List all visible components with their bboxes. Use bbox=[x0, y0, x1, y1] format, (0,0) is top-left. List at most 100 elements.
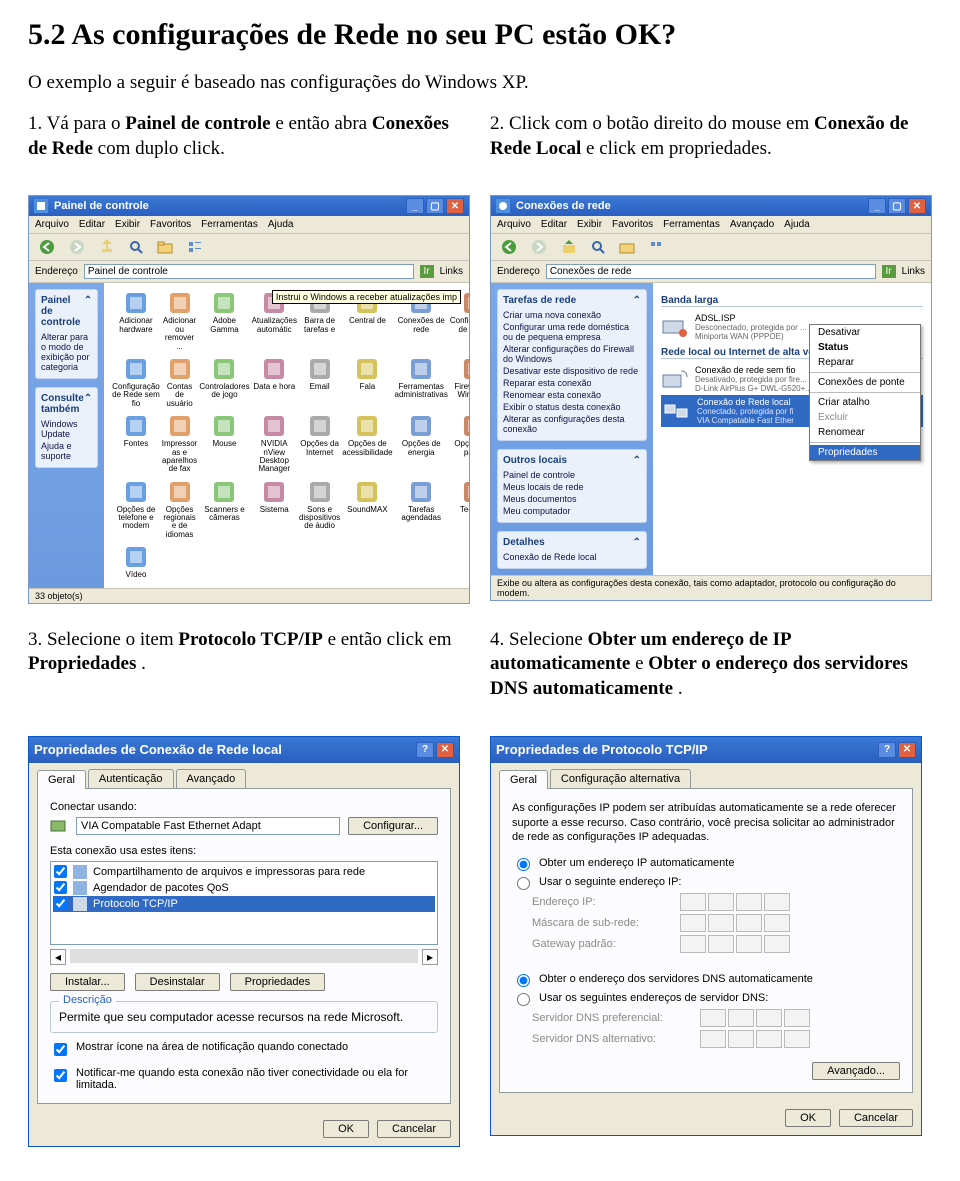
cp-applet[interactable]: Opções de pasta bbox=[450, 414, 470, 474]
views-button[interactable] bbox=[183, 238, 207, 256]
other-link[interactable]: Meus locais de rede bbox=[503, 481, 641, 493]
minimize-icon[interactable]: _ bbox=[868, 198, 886, 214]
panel-link[interactable]: Windows Update bbox=[41, 418, 92, 440]
titlebar[interactable]: Conexões de rede _ ▢ ✕ bbox=[491, 196, 931, 216]
tabs[interactable]: Geral Configuração alternativa bbox=[491, 763, 921, 788]
maximize-icon[interactable]: ▢ bbox=[888, 198, 906, 214]
task-link[interactable]: Alterar as configurações desta conexão bbox=[503, 413, 641, 435]
cancel-button[interactable]: Cancelar bbox=[839, 1109, 913, 1127]
show-icon-check[interactable] bbox=[54, 1043, 67, 1056]
cp-applet[interactable]: Opções regionais e de idiomas bbox=[162, 480, 198, 540]
ctx-item[interactable]: Renomear bbox=[810, 425, 920, 440]
titlebar[interactable]: Painel de controle _ ▢ ✕ bbox=[29, 196, 469, 216]
radio-auto-ip[interactable] bbox=[517, 858, 530, 871]
tab-advanced[interactable]: Avançado bbox=[176, 769, 247, 788]
menu-item[interactable]: Editar bbox=[541, 219, 567, 230]
ctx-item[interactable]: Conexões de ponte bbox=[810, 375, 920, 390]
item-check[interactable] bbox=[54, 881, 67, 894]
task-link[interactable]: Reparar esta conexão bbox=[503, 377, 641, 389]
folders-button[interactable] bbox=[153, 238, 177, 256]
cp-applet[interactable]: Sistema bbox=[252, 480, 297, 540]
back-button[interactable] bbox=[497, 237, 521, 257]
ok-button[interactable]: OK bbox=[785, 1109, 831, 1127]
context-menu[interactable]: Desativar Status Reparar Conexões de pon… bbox=[809, 324, 921, 461]
cp-applet[interactable]: Configuração de Rede sem fio bbox=[112, 357, 160, 408]
ctx-item[interactable]: Criar atalho bbox=[810, 395, 920, 410]
radio-static-dns[interactable] bbox=[517, 993, 530, 1006]
toolbar[interactable] bbox=[491, 234, 931, 261]
panel-link[interactable]: Alterar para o modo de exibição por cate… bbox=[41, 331, 92, 373]
tabs[interactable]: Geral Autenticação Avançado bbox=[29, 763, 459, 788]
cp-applet[interactable]: Ferramentas administrativas bbox=[395, 357, 448, 408]
ctx-item[interactable]: Reparar bbox=[810, 355, 920, 370]
menubar[interactable]: Arquivo Editar Exibir Favoritos Ferramen… bbox=[491, 216, 931, 234]
go-button[interactable]: Ir bbox=[420, 265, 434, 278]
collapse-icon[interactable]: ⌃ bbox=[633, 295, 641, 306]
ctx-item[interactable]: Status bbox=[810, 340, 920, 355]
item-check[interactable] bbox=[54, 897, 67, 910]
collapse-icon[interactable]: ⌃ bbox=[84, 393, 92, 415]
tab-auth[interactable]: Autenticação bbox=[88, 769, 174, 788]
cp-applet[interactable]: Adicionar hardware bbox=[112, 291, 160, 351]
cp-applet[interactable]: Fala bbox=[342, 357, 392, 408]
titlebar[interactable]: Propriedades de Conexão de Rede local ? … bbox=[29, 737, 459, 763]
advanced-button[interactable]: Avançado... bbox=[812, 1062, 900, 1080]
cp-applet[interactable]: Opções de telefone e modem bbox=[112, 480, 160, 540]
cp-applet[interactable]: Opções da Internet bbox=[299, 414, 340, 474]
help-icon[interactable]: ? bbox=[878, 742, 896, 758]
cp-applet[interactable]: Data e hora bbox=[252, 357, 297, 408]
item-check[interactable] bbox=[54, 865, 67, 878]
go-button[interactable]: Ir bbox=[882, 265, 896, 278]
toolbar[interactable] bbox=[29, 234, 469, 261]
install-button[interactable]: Instalar... bbox=[50, 973, 125, 991]
cp-applet[interactable]: Vídeo bbox=[112, 545, 160, 579]
close-icon[interactable]: ✕ bbox=[898, 742, 916, 758]
cp-applet[interactable]: Controladores de jogo bbox=[199, 357, 249, 408]
task-link[interactable]: Configurar uma rede doméstica ou de pequ… bbox=[503, 321, 641, 343]
cancel-button[interactable]: Cancelar bbox=[377, 1120, 451, 1138]
links-label[interactable]: Links bbox=[440, 266, 463, 277]
cp-applet[interactable]: Firewall do Windows bbox=[450, 357, 470, 408]
scroll-right-icon[interactable]: ▸ bbox=[422, 949, 438, 965]
menu-item[interactable]: Arquivo bbox=[35, 219, 69, 230]
folders-button[interactable] bbox=[615, 238, 639, 256]
maximize-icon[interactable]: ▢ bbox=[426, 198, 444, 214]
address-bar[interactable]: Endereço Ir Links bbox=[29, 261, 469, 283]
configure-button[interactable]: Configurar... bbox=[348, 817, 438, 835]
list-item[interactable]: Agendador de pacotes QoS bbox=[53, 880, 435, 896]
list-item-selected[interactable]: Protocolo TCP/IP bbox=[53, 896, 435, 912]
forward-button[interactable] bbox=[65, 237, 89, 257]
menu-item[interactable]: Ferramentas bbox=[663, 219, 720, 230]
cp-applet[interactable]: NVIDIA nView Desktop Manager bbox=[252, 414, 297, 474]
notify-check[interactable] bbox=[54, 1069, 67, 1082]
uninstall-button[interactable]: Desinstalar bbox=[135, 973, 220, 991]
scrollbar[interactable] bbox=[70, 949, 418, 963]
views-button[interactable] bbox=[645, 238, 669, 256]
close-icon[interactable]: ✕ bbox=[436, 742, 454, 758]
menu-item[interactable]: Editar bbox=[79, 219, 105, 230]
cp-applet[interactable]: Tarefas agendadas bbox=[395, 480, 448, 540]
cp-applet[interactable]: Teclado bbox=[450, 480, 470, 540]
tab-altconfig[interactable]: Configuração alternativa bbox=[550, 769, 691, 788]
menu-item[interactable]: Exibir bbox=[115, 219, 140, 230]
task-link[interactable]: Alterar configurações do Firewall do Win… bbox=[503, 343, 641, 365]
panel-link[interactable]: Ajuda e suporte bbox=[41, 440, 92, 462]
ok-button[interactable]: OK bbox=[323, 1120, 369, 1138]
other-link[interactable]: Meu computador bbox=[503, 505, 641, 517]
search-button[interactable] bbox=[587, 238, 609, 256]
scroll-left-icon[interactable]: ◂ bbox=[50, 949, 66, 965]
up-button[interactable] bbox=[557, 237, 581, 257]
close-icon[interactable]: ✕ bbox=[908, 198, 926, 214]
address-bar[interactable]: Endereço Ir Links bbox=[491, 261, 931, 283]
links-label[interactable]: Links bbox=[902, 266, 925, 277]
cp-applet[interactable]: Fontes bbox=[112, 414, 160, 474]
list-item[interactable]: Compartilhamento de arquivos e impressor… bbox=[53, 864, 435, 880]
properties-button[interactable]: Propriedades bbox=[230, 973, 325, 991]
addr-input[interactable] bbox=[84, 264, 414, 279]
menu-item[interactable]: Ferramentas bbox=[201, 219, 258, 230]
up-button[interactable] bbox=[95, 237, 119, 257]
close-icon[interactable]: ✕ bbox=[446, 198, 464, 214]
menubar[interactable]: Arquivo Editar Exibir Favoritos Ferramen… bbox=[29, 216, 469, 234]
cp-applet[interactable]: Sons e dispositivos de áudio bbox=[299, 480, 340, 540]
menu-item[interactable]: Exibir bbox=[577, 219, 602, 230]
